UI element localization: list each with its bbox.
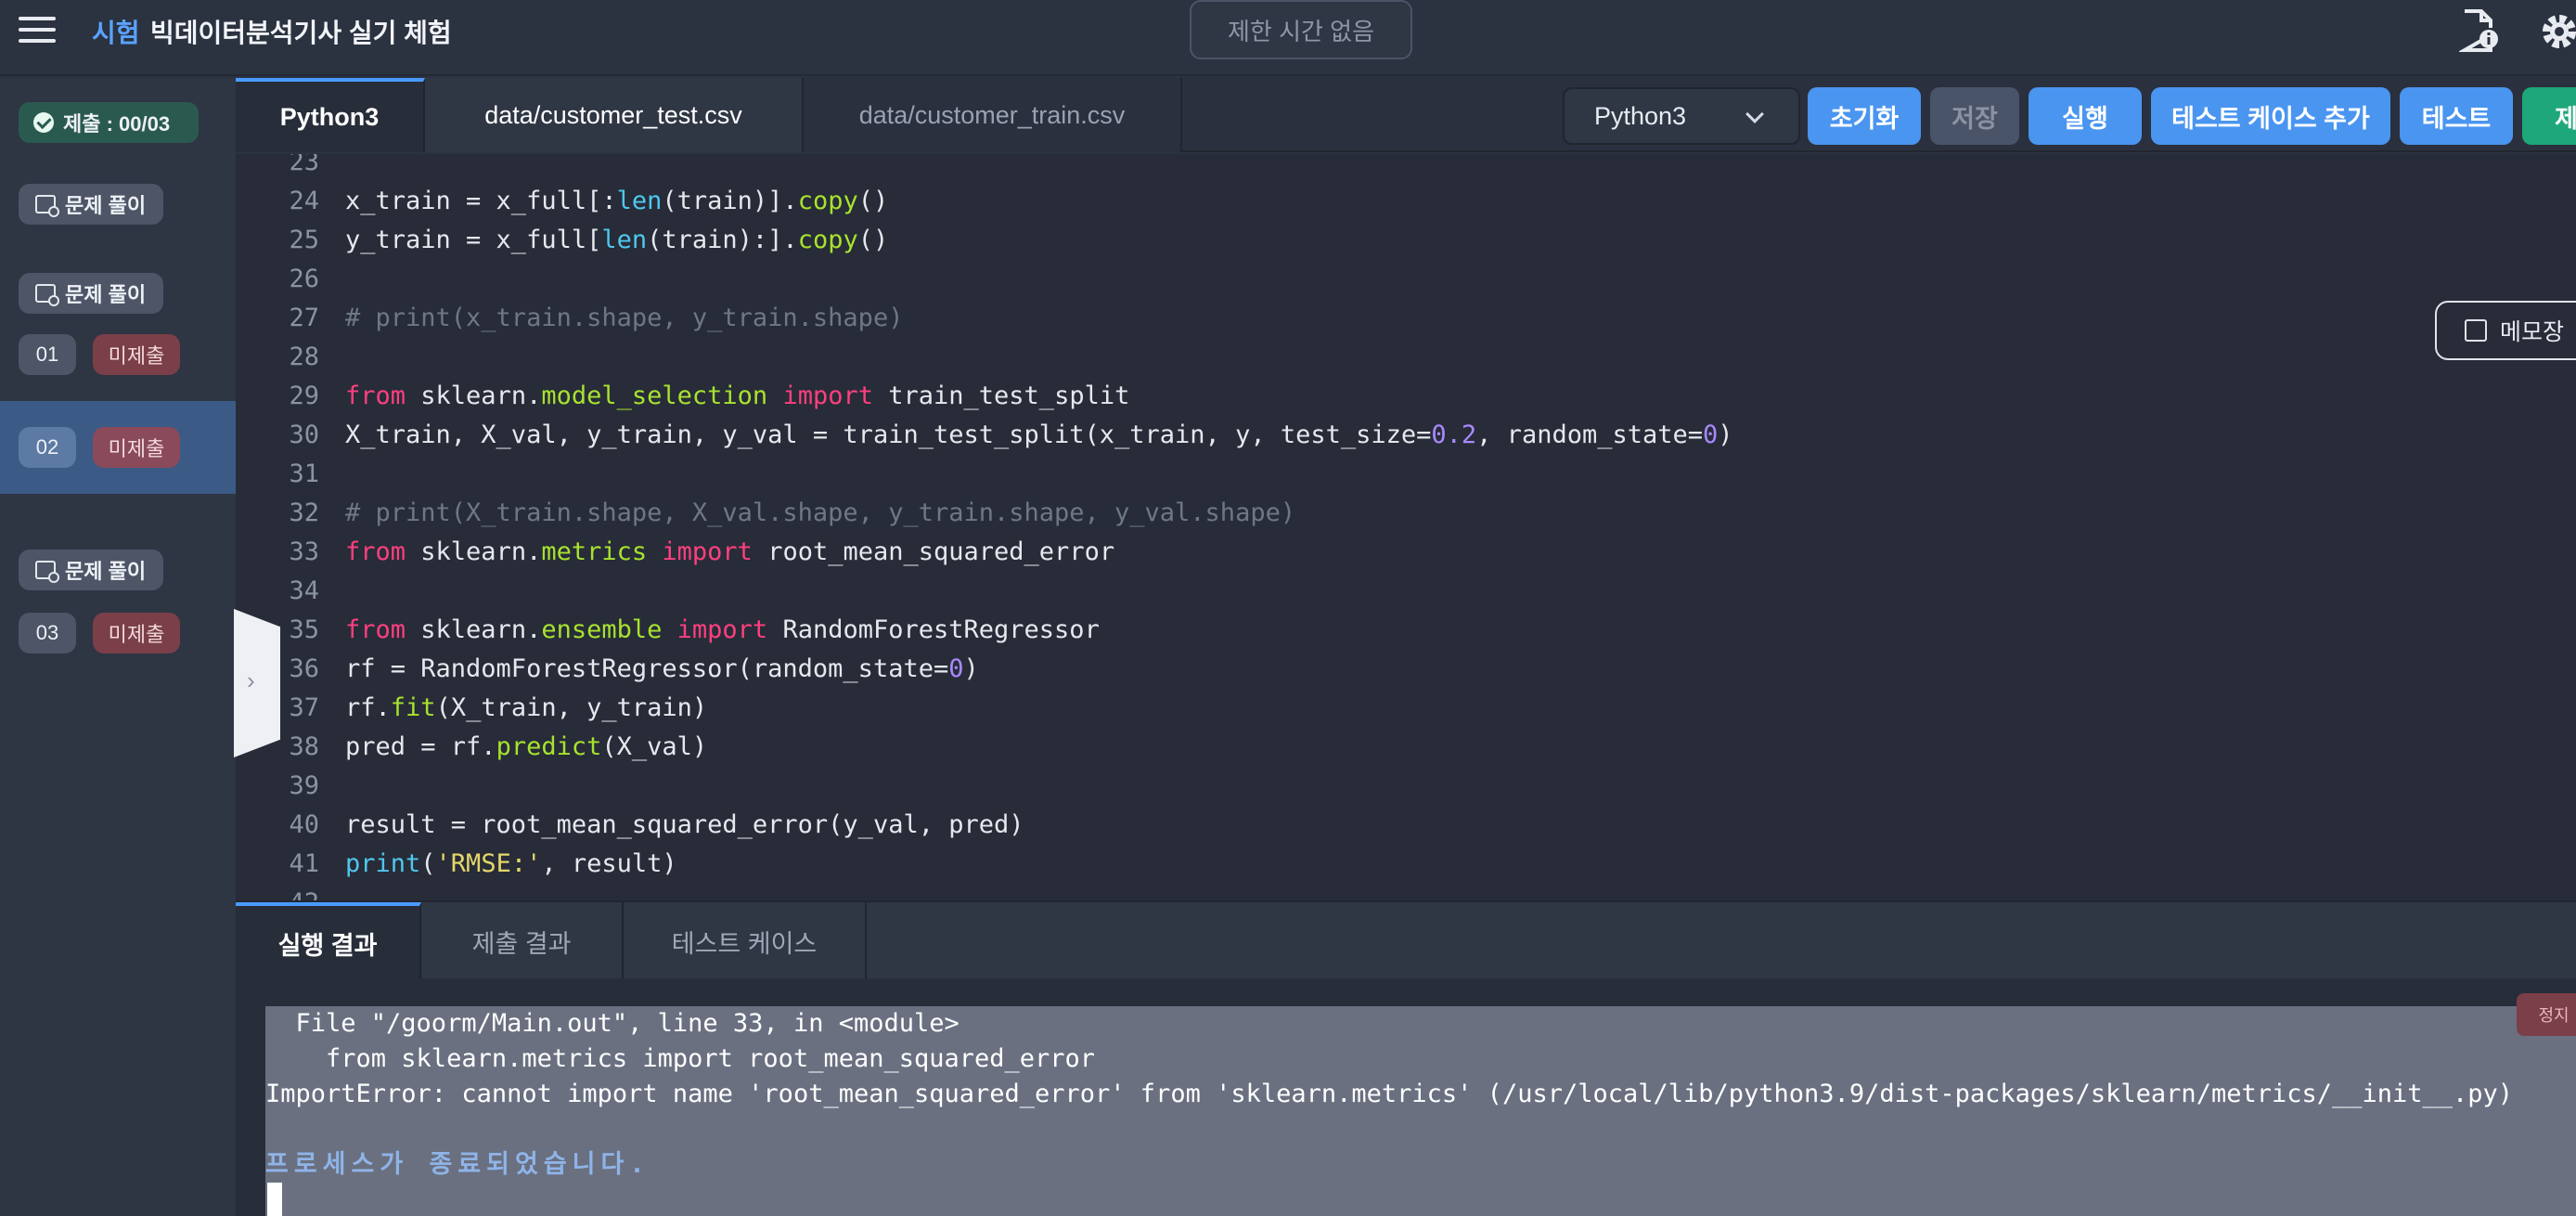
status-badge: 미제출 — [93, 427, 180, 468]
code-text: rf.fit(X_train, y_train) — [345, 693, 708, 722]
code-text: # print(X_train.shape, X_val.shape, y_tr… — [345, 498, 1296, 527]
line-number: 34 — [289, 576, 319, 605]
chevron-right-icon: › — [247, 666, 255, 694]
code-text: print('RMSE:', result) — [345, 849, 677, 878]
page-title: 빅데이터분석기사 실기 체험 — [150, 19, 452, 47]
sidebar-item-solve-1[interactable]: 문제 풀이 — [19, 184, 163, 225]
line-number: 33 — [289, 537, 319, 566]
sidebar-toggle-handle[interactable]: › — [234, 609, 280, 757]
code-editor[interactable]: 23 24 x_train = x_full[:len(train)].copy()… — [236, 154, 2576, 900]
problem-search-icon — [35, 195, 59, 217]
add-testcase-button[interactable]: 테스트 케이스 추가 — [2151, 87, 2390, 145]
top-bar: 시험 빅데이터분석기사 실기 체험 제한 시간 없음 — [0, 0, 2576, 76]
status-badge: 미제출 — [93, 613, 180, 653]
output-tabs: 실행 결과 제출 결과 테스트 케이스 — [236, 900, 2576, 980]
line-number: 32 — [289, 498, 319, 527]
tab-submit-result[interactable]: 제출 결과 — [421, 902, 624, 980]
line-number: 28 — [289, 343, 319, 371]
line-number: 26 — [289, 265, 319, 293]
line-number: 25 — [289, 226, 319, 254]
line-number: 40 — [289, 810, 319, 839]
line-number: 24 — [289, 187, 319, 215]
tab-run-result[interactable]: 실행 결과 — [236, 902, 421, 980]
output-line: File "/goorm/Main.out", line 33, in <mod… — [265, 1009, 960, 1038]
question-number: 01 — [19, 334, 76, 375]
line-number: 30 — [289, 420, 319, 449]
submit-button[interactable]: 제출 — [2522, 87, 2576, 145]
sidebar-item-question-01[interactable]: 01 미제출 — [0, 308, 236, 401]
run-button[interactable]: 실행 — [2029, 87, 2142, 145]
code-text: pred = rf.predict(X_val) — [345, 732, 708, 761]
code-text: from sklearn.ensemble import RandomFores… — [345, 615, 1100, 644]
memo-button-label: 메모장 — [2500, 319, 2565, 345]
exam-breadcrumb[interactable]: 시험 — [92, 13, 140, 50]
edit-note-icon — [2465, 319, 2487, 342]
code-text: result = root_mean_squared_error(y_val, … — [345, 810, 1024, 839]
time-limit-display: 제한 시간 없음 — [1190, 0, 1412, 59]
output-line: ImportError: cannot import name 'root_me… — [265, 1080, 2514, 1108]
output-line: from sklearn.metrics import root_mean_sq… — [265, 1044, 1096, 1073]
tab-python3[interactable]: Python3 — [236, 78, 425, 152]
menu-icon[interactable] — [19, 17, 56, 45]
document-info-icon[interactable] — [2459, 7, 2500, 54]
editor-toolbar: Python3 data/customer_test.csv data/cust… — [236, 78, 2576, 152]
code-text: x_train = x_full[:len(train)].copy() — [345, 187, 889, 215]
line-number: 27 — [289, 304, 319, 332]
code-text: y_train = x_full[len(train):].copy() — [345, 226, 889, 254]
tab-customer-test-csv[interactable]: data/customer_test.csv — [425, 78, 804, 152]
memo-button[interactable]: 메모장 — [2435, 301, 2576, 360]
stop-button[interactable]: 정지 — [2517, 993, 2576, 1036]
code-text: # print(x_train.shape, y_train.shape) — [345, 304, 904, 332]
code-text: rf = RandomForestRegressor(random_state=… — [345, 654, 979, 683]
line-number: 29 — [289, 382, 319, 410]
code-text: from sklearn.model_selection import trai… — [345, 382, 1130, 410]
submission-status-badge: 제출 : 00/03 — [19, 102, 199, 143]
tab-test-cases[interactable]: 테스트 케이스 — [624, 902, 867, 980]
line-number: 41 — [289, 849, 319, 878]
gear-icon[interactable] — [2537, 9, 2576, 54]
problem-search-icon — [35, 284, 59, 306]
test-button[interactable]: 테스트 — [2400, 87, 2513, 145]
language-select-value: Python3 — [1594, 101, 1687, 130]
code-text: from sklearn.metrics import root_mean_sq… — [345, 537, 1115, 566]
question-number: 03 — [19, 613, 76, 653]
sidebar-item-question-02[interactable]: 02 미제출 — [0, 401, 236, 494]
question-number: 02 — [19, 427, 76, 468]
tab-customer-train-csv[interactable]: data/customer_train.csv — [804, 78, 1182, 152]
line-number: 31 — [289, 459, 319, 488]
process-ended-message: 프로세스가 종료되었습니다. — [265, 1150, 650, 1179]
sidebar-item-solve-3[interactable]: 문제 풀이 — [19, 550, 163, 590]
sidebar-item-label: 문제 풀이 — [65, 283, 147, 306]
line-number: 42 — [236, 884, 319, 900]
check-circle-icon — [33, 112, 54, 133]
sidebar-item-question-03[interactable]: 03 미제출 — [0, 587, 236, 679]
sidebar-item-label: 문제 풀이 — [65, 560, 147, 583]
line-number: 23 — [289, 154, 319, 176]
line-number: 39 — [289, 771, 319, 800]
reset-button[interactable]: 초기화 — [1808, 87, 1921, 145]
sidebar: 제출 : 00/03 문제 풀이 문제 풀이 01 미제출 02 미제출 문제 … — [0, 78, 236, 1216]
terminal-output[interactable]: File "/goorm/Main.out", line 33, in <mod… — [265, 1006, 2576, 1216]
language-select[interactable]: Python3 — [1563, 87, 1800, 145]
submission-status-label: 제출 : 00/03 — [63, 112, 171, 136]
problem-search-icon — [35, 561, 59, 583]
save-button[interactable]: 저장 — [1930, 87, 2019, 145]
terminal-cursor — [267, 1183, 282, 1216]
chevron-down-icon — [1745, 105, 1764, 123]
sidebar-item-label: 문제 풀이 — [65, 194, 147, 217]
status-badge: 미제출 — [93, 334, 180, 375]
code-text: X_train, X_val, y_train, y_val = train_t… — [345, 420, 1733, 449]
